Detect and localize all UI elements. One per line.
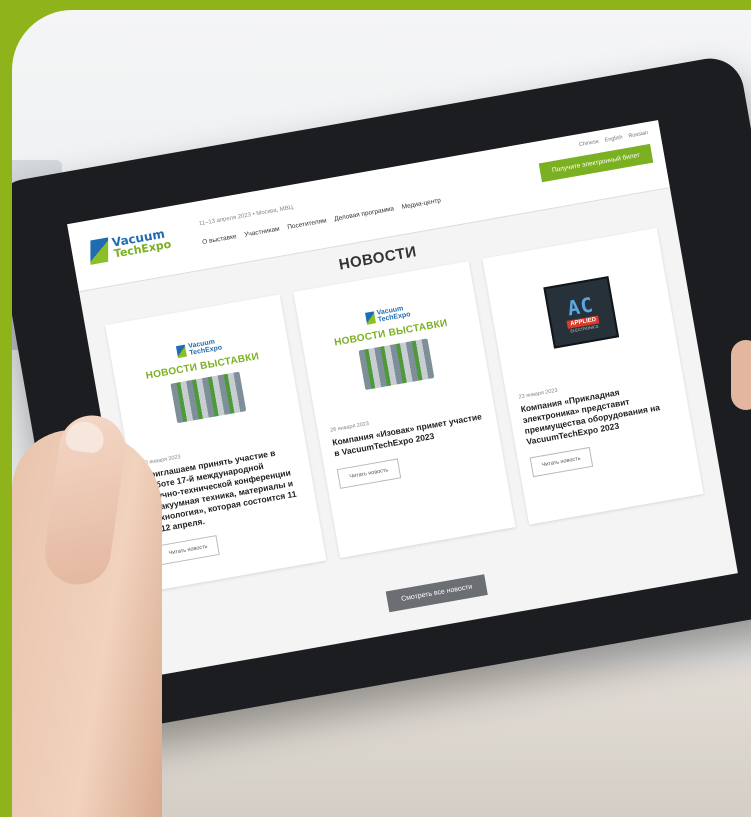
lang-chinese[interactable]: Chinese	[579, 139, 600, 148]
mini-logo: Vacuum TechExpo	[176, 337, 223, 359]
nav-item-visitors[interactable]: Посетителям	[287, 217, 327, 231]
photo-frame: Vacuum TechExpo 11–13 апреля 2023 • Моск…	[12, 10, 751, 817]
news-banner-text: НОВОСТИ ВЫСТАВКИ	[333, 317, 449, 349]
nav-item-business[interactable]: Деловая программа	[334, 205, 395, 222]
news-card: Vacuum TechExpo НОВОСТИ ВЫСТАВКИ 26 январ…	[293, 261, 516, 558]
frame-corner	[711, 0, 751, 10]
site-logo[interactable]: Vacuum TechExpo	[88, 227, 172, 265]
event-date: 11–13 апреля 2023 • Москва, МВЦ	[198, 204, 294, 228]
news-cards: Vacuum TechExpo НОВОСТИ ВЫСТАВКИ 30 январ…	[86, 224, 724, 594]
lang-english[interactable]: English	[604, 135, 623, 144]
lang-russian[interactable]: Russian	[628, 130, 649, 139]
get-ticket-button[interactable]: Получите электронный билет	[538, 143, 654, 183]
logo-mark-icon	[90, 237, 109, 265]
right-hand	[731, 340, 751, 410]
nav-item-media[interactable]: Медиа-центр	[401, 197, 441, 211]
news-card: AC APPLIED ELECTRONICS 23 января 2023 Ко…	[482, 227, 704, 525]
tablet-screen: Vacuum TechExpo 11–13 апреля 2023 • Моск…	[67, 120, 738, 678]
nav-item-exhibitors[interactable]: Участникам	[244, 226, 280, 239]
read-news-button[interactable]: Читать новость	[156, 535, 221, 566]
equipment-image	[169, 371, 246, 423]
main-nav: О выставке Участникам Посетителям Делова…	[202, 197, 442, 246]
applied-electronics-logo: AC APPLIED ELECTRONICS	[543, 276, 620, 349]
equipment-image	[358, 337, 435, 390]
logo-mark-icon	[176, 344, 187, 358]
logo-mark-icon	[364, 310, 376, 325]
read-news-button[interactable]: Читать новость	[337, 458, 401, 489]
all-news-button[interactable]: Смотреть все новости	[385, 574, 488, 613]
read-news-button[interactable]: Читать новость	[529, 446, 594, 478]
news-banner-text: НОВОСТИ ВЫСТАВКИ	[144, 350, 260, 382]
nav-item-about[interactable]: О выставке	[202, 233, 237, 246]
mini-logo: Vacuum TechExpo	[364, 304, 411, 326]
